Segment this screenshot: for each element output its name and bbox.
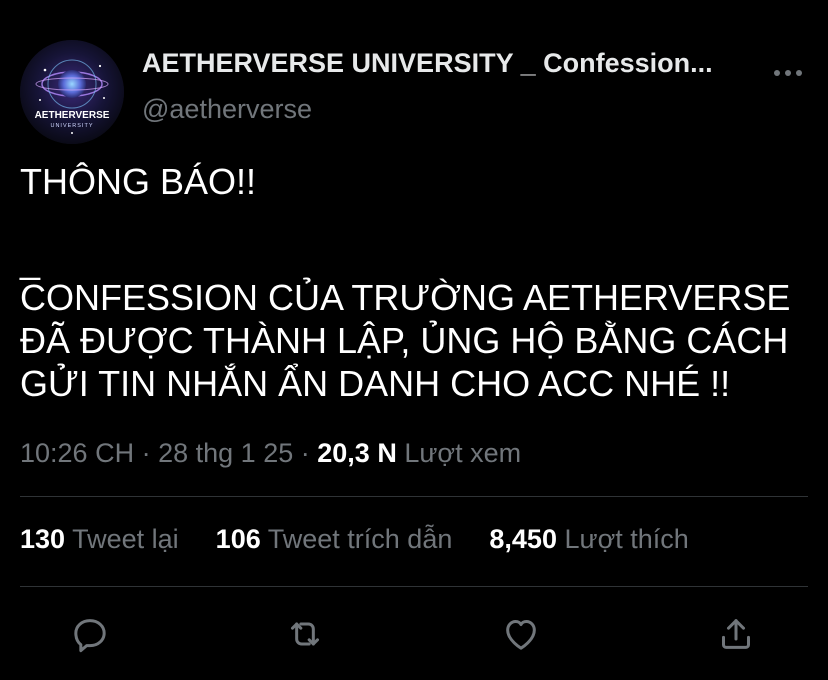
tweet-line — [20, 203, 810, 246]
divider — [20, 496, 808, 497]
tweet-time[interactable]: 10:26 CH — [20, 438, 134, 468]
tweet-line: CONFESSION CỦA TRƯỜNG AETHERVERSE — [20, 277, 791, 318]
quotes-label[interactable]: Tweet trích dẫn — [268, 524, 453, 554]
tweet-meta: 10:26 CH · 28 thg 1 25 · 20,3 N Lượt xem — [20, 438, 521, 469]
tweet-date[interactable]: 28 thg 1 25 — [158, 438, 293, 468]
divider — [20, 586, 808, 587]
tweet-text: THÔNG BÁO!! _ CONFESSION CỦA TRƯỜNG AETH… — [20, 160, 810, 405]
avatar-text-line2: UNIVERSITY — [50, 123, 93, 129]
reply-icon[interactable] — [64, 608, 116, 660]
retweets-count[interactable]: 130 — [20, 524, 65, 554]
user-handle[interactable]: @aetherverse — [142, 94, 312, 125]
views-label[interactable]: Lượt xem — [404, 438, 521, 468]
engagement-stats: 130 Tweet lại 106 Tweet trích dẫn 8,450 … — [20, 524, 689, 555]
meta-separator: · — [300, 438, 310, 468]
avatar-text-line1: AETHERVERSE — [35, 110, 110, 121]
tweet-line: GỬI TIN NHẮN ẨN DANH CHO ACC NHÉ !! — [20, 363, 731, 404]
views-count[interactable]: 20,3 N — [317, 438, 397, 468]
share-icon[interactable] — [710, 608, 762, 660]
retweets-label[interactable]: Tweet lại — [72, 524, 179, 554]
likes-count[interactable]: 8,450 — [489, 524, 557, 554]
tweet-line: THÔNG BÁO!! — [20, 161, 257, 202]
meta-separator: · — [141, 438, 151, 468]
tweet-line: ĐÃ ĐƯỢC THÀNH LẬP, ỦNG HỘ BẰNG CÁCH — [20, 320, 789, 361]
action-bar — [0, 608, 828, 660]
quotes-count[interactable]: 106 — [216, 524, 261, 554]
avatar[interactable]: AETHERVERSE UNIVERSITY — [20, 40, 124, 144]
more-options-icon[interactable] — [768, 58, 808, 88]
likes-label[interactable]: Lượt thích — [564, 524, 688, 554]
retweet-icon[interactable] — [279, 608, 331, 660]
display-name[interactable]: AETHERVERSE UNIVERSITY _ Confession... — [142, 48, 713, 79]
like-icon[interactable] — [495, 608, 547, 660]
tweet-line: _ — [20, 240, 41, 281]
